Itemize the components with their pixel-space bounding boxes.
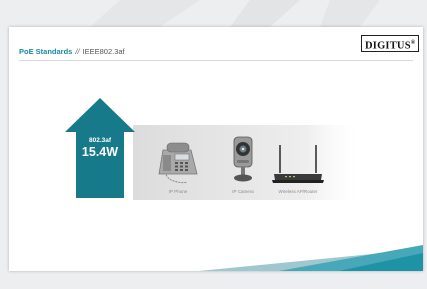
- footer-swoosh: [199, 245, 423, 271]
- slide: DIGITUS® PoE Standards//IEEE802.3af 802.…: [9, 27, 423, 271]
